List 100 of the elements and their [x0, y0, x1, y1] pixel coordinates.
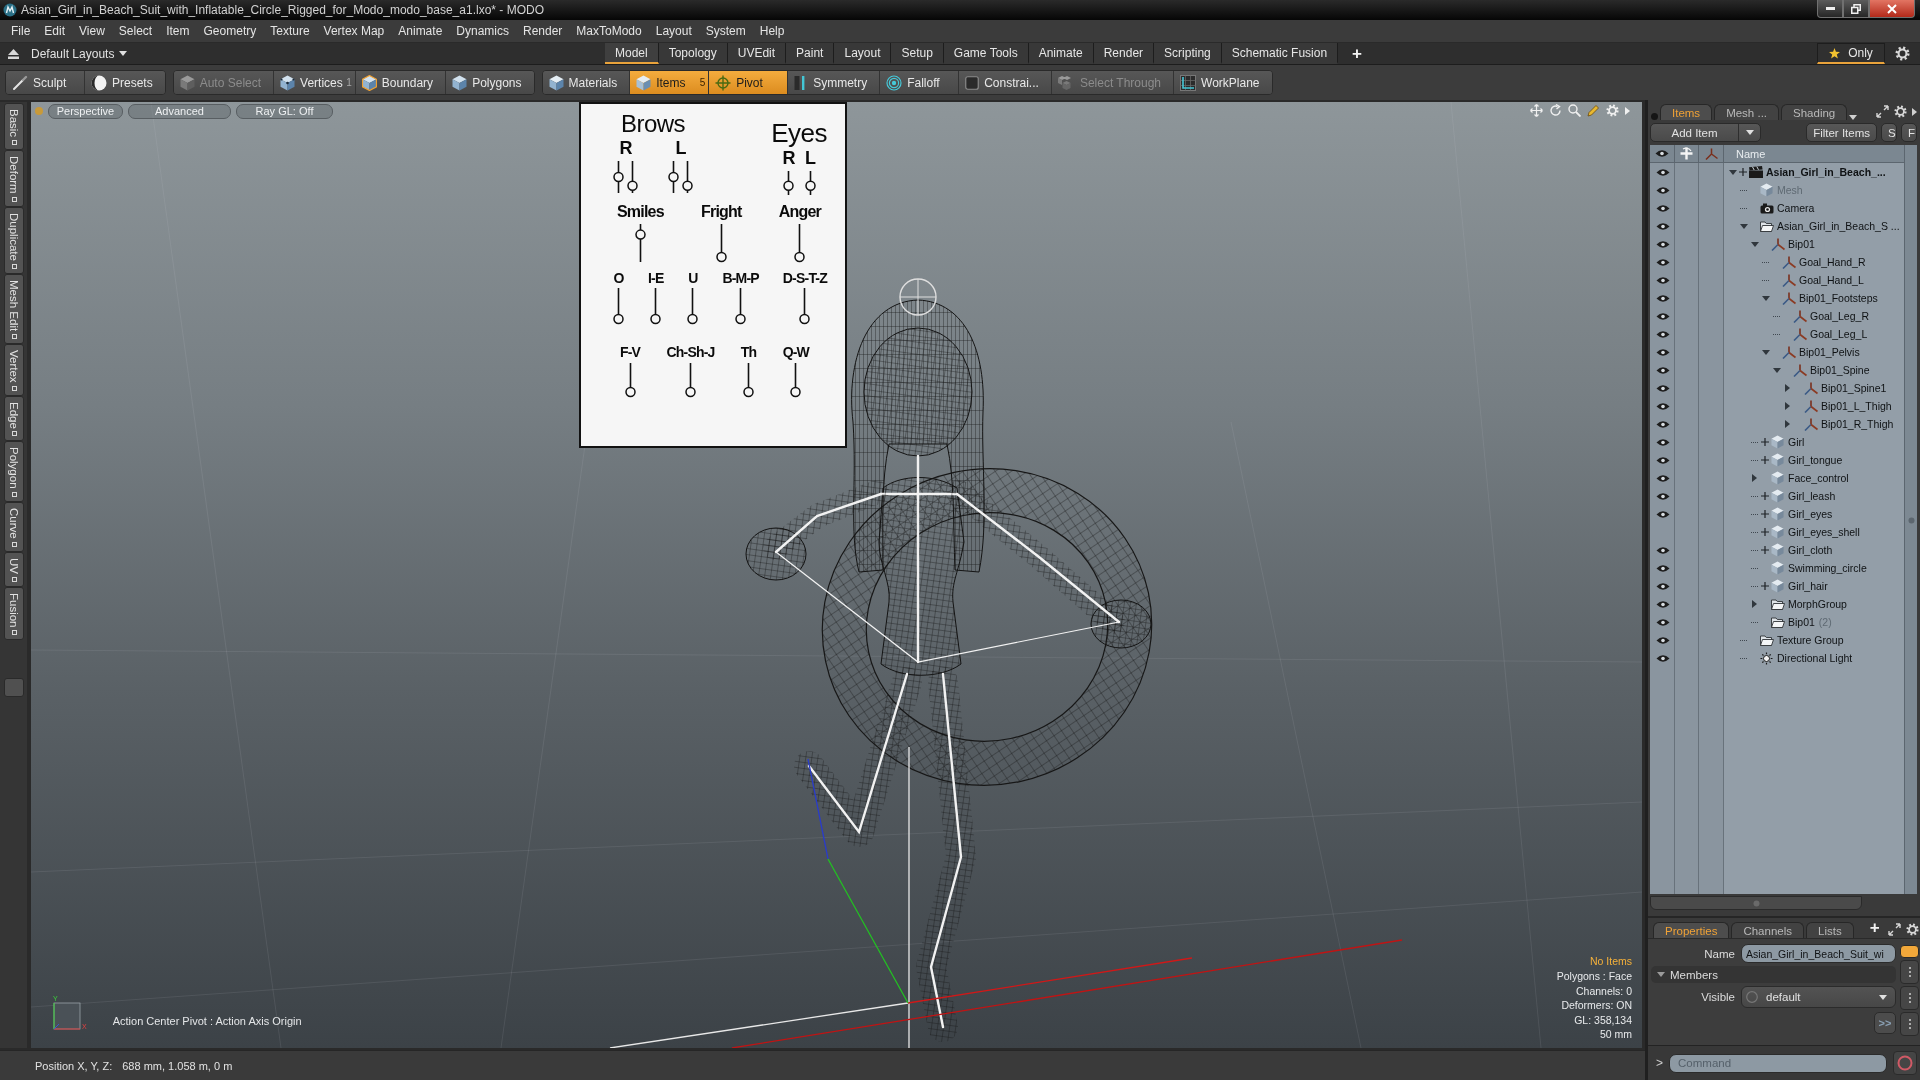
tree-item[interactable]: Girl_eyes_shell: [1788, 526, 1860, 538]
tree-item[interactable]: Bip01_Footsteps: [1799, 292, 1878, 304]
tree-item[interactable]: Swimming_circle: [1788, 562, 1867, 574]
slider-knob[interactable]: [687, 314, 699, 325]
slider-knob[interactable]: [685, 386, 696, 398]
plus-icon[interactable]: [1739, 168, 1747, 176]
layout-tab[interactable]: Topology: [658, 43, 728, 64]
layout-tab[interactable]: Scripting: [1154, 43, 1222, 64]
layout-tab[interactable]: UVEdit: [727, 43, 787, 64]
plus-icon[interactable]: [1761, 492, 1769, 500]
record-button[interactable]: [1893, 1051, 1917, 1075]
tree-item[interactable]: Bip01: [1788, 238, 1815, 250]
add-tab-button[interactable]: +: [1863, 918, 1886, 938]
tool-button[interactable]: Falloff: [880, 71, 960, 94]
tree-item[interactable]: Girl_eyes: [1788, 508, 1833, 520]
panel-tab[interactable]: Properties: [1653, 922, 1730, 938]
tree-item[interactable]: Texture Group: [1777, 634, 1844, 646]
slider-knob[interactable]: [682, 180, 693, 191]
slider-track[interactable]: [794, 222, 806, 263]
panel-tab[interactable]: Mesh ...: [1714, 104, 1780, 120]
caret-right-icon[interactable]: [1785, 402, 1790, 410]
plus-icon[interactable]: [1761, 438, 1769, 446]
tool-button[interactable]: Pivot: [709, 71, 789, 94]
layout-tab[interactable]: Layout: [834, 43, 892, 64]
menu-item[interactable]: File: [4, 20, 38, 42]
tree-item[interactable]: Bip01_L_Thigh: [1821, 400, 1892, 412]
tree-item[interactable]: Bip01_R_Thigh: [1821, 418, 1894, 430]
slider-track[interactable]: [624, 362, 636, 399]
plus-icon[interactable]: [1761, 510, 1769, 518]
plus-icon[interactable]: [1761, 456, 1769, 464]
expand-icon[interactable]: [1876, 105, 1889, 118]
menu-item[interactable]: Animate: [391, 20, 450, 42]
expand-icon[interactable]: [1887, 923, 1901, 936]
layout-tab[interactable]: Render: [1093, 43, 1155, 64]
slider-knob[interactable]: [635, 229, 646, 240]
side-tab[interactable]: [1900, 960, 1919, 984]
add-item-button[interactable]: Add Item: [1650, 123, 1761, 142]
caret-right-icon[interactable]: [1912, 107, 1917, 116]
tree-item[interactable]: Girl_hair: [1788, 580, 1828, 592]
tree-item[interactable]: Goal_Leg_R: [1810, 310, 1869, 322]
slider-knob[interactable]: [783, 180, 794, 191]
tool-button[interactable]: Presets: [85, 71, 165, 94]
minimize-button[interactable]: [1817, 0, 1843, 18]
tool-tab[interactable]: UV: [4, 551, 24, 587]
slider-track[interactable]: [735, 287, 747, 326]
move-icon[interactable]: [1530, 104, 1543, 117]
menu-item[interactable]: Item: [159, 20, 197, 42]
layout-tab[interactable]: Model: [605, 43, 659, 64]
slider-track[interactable]: [685, 362, 696, 399]
caret-down-icon[interactable]: [1750, 241, 1759, 247]
tree-item[interactable]: Asian_Girl_in_Beach_S ...: [1777, 220, 1900, 232]
tool-button[interactable]: Sculpt: [6, 71, 85, 94]
add-tab-button[interactable]: +: [1346, 43, 1369, 64]
tool-tab[interactable]: Curve: [4, 501, 24, 552]
scrollbar[interactable]: [1904, 145, 1917, 894]
caret-right-icon[interactable]: [1752, 600, 1757, 608]
tool-tab[interactable]: Duplicate: [4, 206, 24, 274]
tree-item[interactable]: Bip01: [1788, 616, 1815, 628]
toggle-button[interactable]: S: [1881, 123, 1897, 142]
tool-button[interactable]: Symmetry: [788, 71, 881, 94]
tree-item[interactable]: Goal_Hand_R: [1799, 256, 1866, 268]
tree-item[interactable]: Goal_Hand_L: [1799, 274, 1864, 286]
tool-button[interactable]: WorkPlane: [1174, 71, 1272, 94]
eject-icon[interactable]: [8, 48, 19, 59]
filter-items-button[interactable]: Filter Items: [1806, 123, 1877, 142]
menu-item[interactable]: View: [72, 20, 112, 42]
settings-icon[interactable]: [1895, 46, 1910, 61]
tree-item[interactable]: Bip01_Spine: [1810, 364, 1870, 376]
tree-item[interactable]: Bip01_Spine1: [1821, 382, 1887, 394]
slider-track[interactable]: [799, 287, 811, 326]
menu-item[interactable]: Help: [752, 20, 792, 42]
strip-toggle-button[interactable]: [4, 678, 24, 698]
tree-item[interactable]: Girl: [1788, 436, 1805, 448]
menu-item[interactable]: Layout: [648, 20, 699, 42]
view-option-button[interactable]: Ray GL: Off: [236, 103, 333, 119]
tree-item[interactable]: Girl_cloth: [1788, 544, 1833, 556]
menu-item[interactable]: Dynamics: [449, 20, 516, 42]
caret-right-icon[interactable]: [1752, 474, 1757, 482]
tree-item[interactable]: MorphGroup: [1788, 598, 1847, 610]
slider-knob[interactable]: [804, 180, 816, 191]
tool-tab[interactable]: Basic: [4, 103, 24, 151]
slider-track[interactable]: [627, 159, 638, 194]
plus-icon[interactable]: [1761, 582, 1769, 590]
caret-down-icon[interactable]: [1849, 115, 1858, 120]
restore-button[interactable]: [1843, 0, 1869, 18]
tool-tab[interactable]: Deform: [4, 150, 24, 207]
tree-item[interactable]: Camera: [1777, 202, 1815, 214]
search-icon[interactable]: [1568, 104, 1581, 117]
slider-knob[interactable]: [613, 314, 624, 325]
layout-tab[interactable]: Animate: [1028, 43, 1094, 64]
tool-tab[interactable]: Edge: [4, 395, 24, 442]
tree-item[interactable]: Face_control: [1788, 472, 1849, 484]
slider-track[interactable]: [783, 169, 795, 196]
slider-knob[interactable]: [668, 171, 679, 183]
menu-item[interactable]: System: [698, 20, 753, 42]
menu-item[interactable]: Vertex Map: [316, 20, 392, 42]
slider-knob[interactable]: [743, 386, 754, 398]
tool-button[interactable]: Materials: [542, 71, 631, 94]
menu-item[interactable]: Render: [516, 20, 570, 42]
slider-knob[interactable]: [794, 251, 806, 262]
